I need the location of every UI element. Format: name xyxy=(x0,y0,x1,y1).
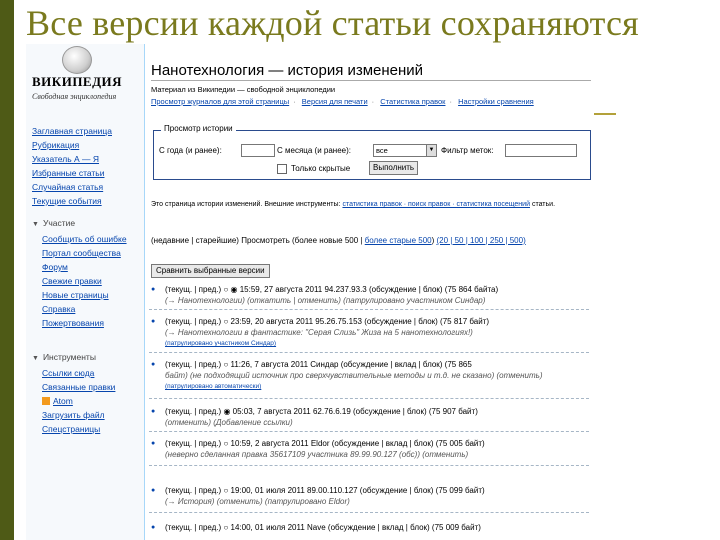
pager: (недавние | старейшие) Просмотреть (боле… xyxy=(151,236,526,245)
main-nav: Заглавная страница Рубрикация Указатель … xyxy=(32,124,142,208)
page-links: Просмотр журналов для этой страницы · Вер… xyxy=(151,97,534,106)
wiki-screenshot: ВИКИПЕДИЯ Свободная энциклопедия Заглавн… xyxy=(26,44,594,540)
revision-comment: (→ Нанотехнологии) (откатить | отменить)… xyxy=(165,296,486,305)
note-suffix: статьи. xyxy=(531,201,556,208)
link-settings[interactable]: Настройки сравнения xyxy=(458,97,534,106)
sidebar-item-donate[interactable]: Пожертвования xyxy=(42,316,142,330)
collapse-triangle-icon: ▼ xyxy=(32,221,39,228)
revision-comment: (→ Нанотехнологии в фантастике: "Серая С… xyxy=(165,328,473,337)
page-subtitle: Материал из Википедии — свободной энцикл… xyxy=(151,85,336,94)
revision-comment: (отменить) (Добавление ссылки) xyxy=(165,418,293,427)
rss-icon xyxy=(42,397,50,405)
external-tools-link[interactable]: статистика правок · поиск правок · стати… xyxy=(342,201,530,208)
sidebar: ВИКИПЕДИЯ Свободная энциклопедия Заглавн… xyxy=(26,44,144,540)
sidebar-item-current-events[interactable]: Текущие события xyxy=(32,194,142,208)
note-prefix: Это страница истории изменений. Внешние … xyxy=(151,201,341,208)
row-divider xyxy=(149,352,589,353)
revision-comment: байт) (не подходящий источник про сверхч… xyxy=(165,371,543,380)
page-title: Нанотехнология — история изменений xyxy=(151,62,424,79)
participation-nav: Сообщить об ошибке Портал сообщества Фор… xyxy=(42,232,142,330)
participation-label: Участие xyxy=(42,218,76,228)
revision-comment: (→ История) (отменить) (патрулировано El… xyxy=(165,497,350,506)
row-divider xyxy=(149,398,589,399)
revision-comment: (неверно сделанная правка 35617109 участ… xyxy=(165,450,469,459)
title-divider xyxy=(151,80,591,81)
link-print[interactable]: Версия для печати xyxy=(302,97,368,106)
slide-title: Все версии каждой статьи сохраняются xyxy=(26,3,639,43)
pager-older-link[interactable]: более старые 500 xyxy=(365,236,432,245)
content-area: Нанотехнология — история изменений Матер… xyxy=(144,44,594,540)
row-divider xyxy=(149,431,589,432)
bullet-icon: ● xyxy=(151,408,156,415)
revision-line[interactable]: (текущ. | пред.) ○ 19:00, 01 июля 2011 8… xyxy=(165,485,591,496)
sidebar-item-categories[interactable]: Рубрикация xyxy=(32,138,142,152)
filter-legend: Просмотр истории xyxy=(161,124,236,133)
revision-patrol[interactable]: (патрулировано участником Синдар) xyxy=(165,338,591,349)
tools-label: Инструменты xyxy=(42,352,96,362)
sidebar-item-help[interactable]: Справка xyxy=(42,302,142,316)
row-divider xyxy=(149,465,589,466)
row-divider xyxy=(149,309,589,310)
sidebar-item-report-error[interactable]: Сообщить об ошибке xyxy=(42,232,142,246)
revision-line[interactable]: (текущ. | пред.) ○ 10:59, 2 августа 2011… xyxy=(165,438,591,449)
globe-icon xyxy=(62,46,92,74)
bullet-icon: ● xyxy=(151,286,156,293)
revision-line[interactable]: (текущ. | пред.) ◉ 05:03, 7 августа 2011… xyxy=(165,406,591,417)
link-logs[interactable]: Просмотр журналов для этой страницы xyxy=(151,97,289,106)
logo-subtitle: Свободная энциклопедия xyxy=(32,92,117,101)
month-label: С месяца (и ранее): xyxy=(277,146,351,155)
sidebar-item-recent-changes[interactable]: Свежие правки xyxy=(42,274,142,288)
sidebar-item-main-page[interactable]: Заглавная страница xyxy=(32,124,142,138)
sidebar-item-upload[interactable]: Загрузить файл xyxy=(42,408,142,422)
sidebar-item-random[interactable]: Случайная статья xyxy=(32,180,142,194)
revision-line[interactable]: (текущ. | пред.) ○ 11:26, 7 августа 2011… xyxy=(165,359,591,370)
sidebar-item-atom[interactable]: Atom xyxy=(42,394,142,408)
tools-heading[interactable]: ▼ Инструменты xyxy=(32,352,96,362)
year-input[interactable] xyxy=(241,144,275,157)
submit-button[interactable]: Выполнить xyxy=(369,161,419,175)
pager-page-sizes[interactable]: (20 | 50 | 100 | 250 | 500) xyxy=(436,236,525,245)
revision-line[interactable]: (текущ. | пред.) ○ ◉ 15:59, 27 августа 2… xyxy=(165,284,591,295)
sidebar-item-special-pages[interactable]: Спецстраницы xyxy=(42,422,142,436)
hidden-only-checkbox[interactable] xyxy=(277,164,287,174)
wikipedia-logo[interactable]: ВИКИПЕДИЯ Свободная энциклопедия xyxy=(32,44,136,108)
tools-nav: Ссылки сюда Связанные правки Atom Загруз… xyxy=(42,366,142,436)
slide-side-strip xyxy=(0,0,14,540)
bullet-icon: ● xyxy=(151,318,156,325)
compare-versions-button[interactable]: Сравнить выбранные версии xyxy=(151,264,270,278)
row-divider xyxy=(149,512,589,513)
year-label: С года (и ранее): xyxy=(159,146,222,155)
link-stats[interactable]: Статистика правок xyxy=(380,97,445,106)
bullet-icon: ● xyxy=(151,440,156,447)
tag-filter-label: Фильтр меток: xyxy=(441,146,494,155)
atom-label: Atom xyxy=(53,396,73,406)
sidebar-item-new-pages[interactable]: Новые страницы xyxy=(42,288,142,302)
month-value: все xyxy=(376,146,388,155)
sidebar-item-related-changes[interactable]: Связанные правки xyxy=(42,380,142,394)
chevron-down-icon: ▼ xyxy=(426,145,436,156)
pager-text: (недавние | старейшие) Просмотреть (боле… xyxy=(151,236,363,245)
hidden-only-label: Только скрытые xyxy=(291,164,351,173)
revision-patrol[interactable]: (патрулировано автоматически) xyxy=(165,381,591,392)
sidebar-item-what-links-here[interactable]: Ссылки сюда xyxy=(42,366,142,380)
sidebar-item-community[interactable]: Портал сообщества xyxy=(42,246,142,260)
revision-line[interactable]: (текущ. | пред.) ○ 23:59, 20 августа 201… xyxy=(165,316,591,327)
history-note: Это страница истории изменений. Внешние … xyxy=(151,199,589,210)
bullet-icon: ● xyxy=(151,524,156,531)
participation-heading[interactable]: ▼ Участие xyxy=(32,218,75,228)
bullet-icon: ● xyxy=(151,487,156,494)
month-select[interactable]: все ▼ xyxy=(373,144,437,157)
bullet-icon: ● xyxy=(151,361,156,368)
tag-filter-input[interactable] xyxy=(505,144,577,157)
sidebar-item-forum[interactable]: Форум xyxy=(42,260,142,274)
revision-line[interactable]: (текущ. | пред.) ○ 14:00, 01 июля 2011 N… xyxy=(165,522,591,533)
sidebar-item-featured[interactable]: Избранные статьи xyxy=(32,166,142,180)
collapse-triangle-icon: ▼ xyxy=(32,355,39,362)
logo-title: ВИКИПЕДИЯ xyxy=(32,74,123,89)
sidebar-item-index[interactable]: Указатель А — Я xyxy=(32,152,142,166)
